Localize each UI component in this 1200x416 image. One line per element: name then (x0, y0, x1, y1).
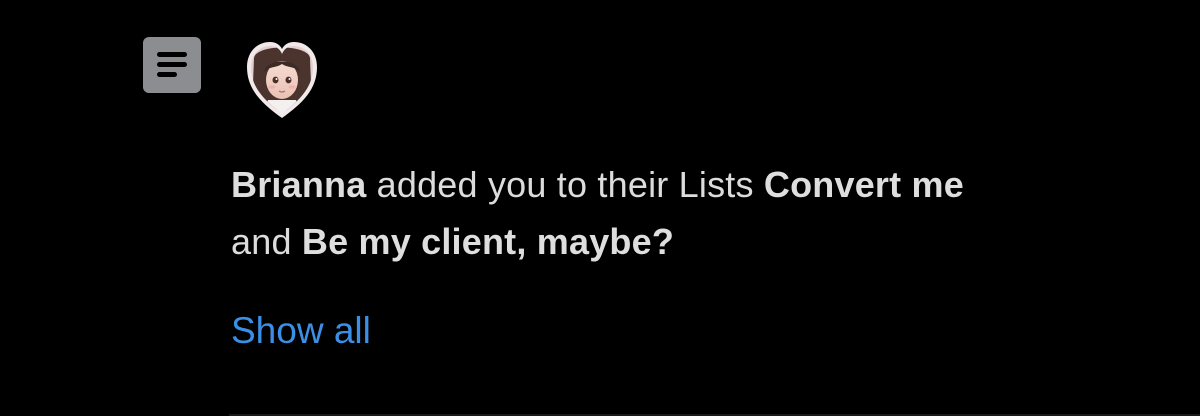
list-icon-line (157, 62, 187, 67)
message-text: added you to their Lists (366, 164, 764, 205)
list-icon-line (157, 72, 177, 77)
lists-notification[interactable]: Brianna added you to their Lists Convert… (0, 0, 1200, 416)
user-avatar[interactable] (246, 40, 318, 120)
list-name-be-my-client[interactable]: Be my client, maybe? (302, 221, 674, 262)
list-name-convert-me[interactable]: Convert me (764, 164, 964, 205)
show-all-link[interactable]: Show all (231, 306, 371, 356)
list-icon (143, 37, 201, 93)
notification-message: Brianna added you to their Lists Convert… (231, 156, 1161, 270)
heart-avatar-icon (247, 42, 317, 118)
user-name[interactable]: Brianna (231, 164, 366, 205)
list-icon-line (157, 52, 187, 57)
message-text-and: and (231, 221, 302, 262)
